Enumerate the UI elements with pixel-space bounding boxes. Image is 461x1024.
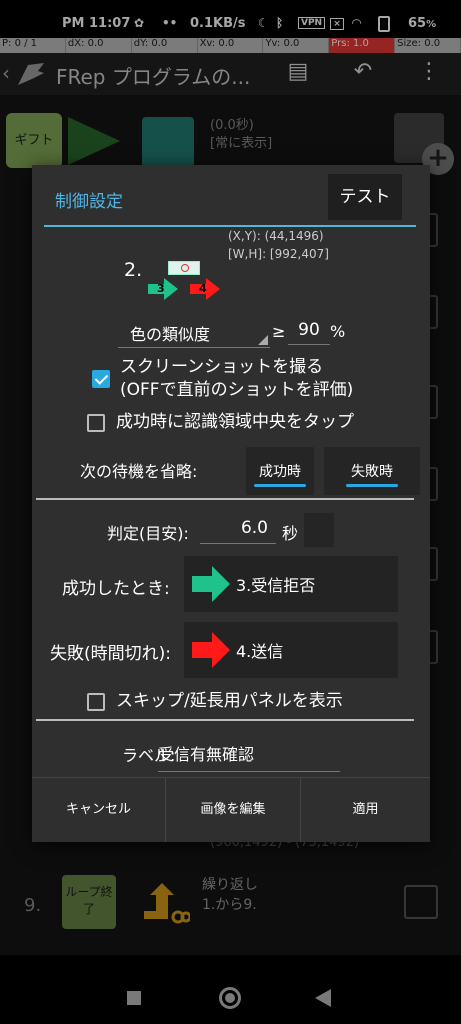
dropdown-arrow-icon[interactable] [258, 335, 268, 345]
red-arrow-icon [192, 632, 230, 668]
wh-readout: [W,H]: [992,407] [228, 247, 329, 261]
take-screenshot-label: スクリーンショットを撮る (OFFで直前のショットを評価) [120, 357, 354, 400]
title-divider [44, 225, 416, 227]
recognition-image-thumbnail[interactable] [168, 261, 200, 275]
test-button[interactable]: テスト [328, 174, 402, 220]
on-fail-label: 失敗(時間切れ): [50, 644, 171, 664]
judge-time-input[interactable]: 6.0 [200, 518, 276, 544]
skip-panel-label: スキップ/延長用パネルを表示 [116, 691, 343, 711]
take-screenshot-checkbox[interactable] [92, 370, 110, 388]
success-arrow-icon: 3 [148, 278, 178, 300]
skip-panel-checkbox[interactable] [87, 693, 105, 711]
fail-arrow-icon: 4 [190, 278, 220, 300]
tap-center-checkbox[interactable] [87, 414, 105, 432]
control-settings-dialog: 制御設定 テスト (X,Y): (44,1496) [W,H]: [992,40… [32, 165, 430, 842]
seconds-picker[interactable] [304, 513, 334, 547]
toggle-indicator [254, 484, 306, 487]
on-success-label: 成功したとき: [62, 579, 170, 599]
toggle-indicator [346, 484, 398, 487]
section-divider [36, 719, 414, 721]
dropdown-underline [118, 347, 270, 348]
skip-wait-label: 次の待機を省略: [80, 462, 198, 481]
percent-label: % [330, 322, 346, 341]
skip-on-fail-toggle[interactable]: 失敗時 [324, 447, 420, 495]
step-number: 2. [124, 259, 143, 281]
section-divider [36, 498, 414, 500]
seconds-label: 秒 [282, 524, 299, 543]
on-fail-action-button[interactable]: 4.送信 [184, 622, 398, 678]
skip-on-success-toggle[interactable]: 成功時 [246, 447, 314, 495]
judge-label: 判定(目安): [107, 524, 189, 543]
similarity-dropdown[interactable]: 色の類似度 [130, 321, 210, 345]
on-success-action-button[interactable]: 3.受信拒否 [184, 556, 398, 612]
apply-button[interactable]: 適用 [301, 778, 430, 842]
cancel-button[interactable]: キャンセル [32, 778, 165, 842]
xy-readout: (X,Y): (44,1496) [228, 229, 324, 243]
dialog-title: 制御設定 [55, 192, 123, 212]
similarity-input[interactable]: 90 [288, 320, 330, 345]
ge-symbol: ≥ [272, 322, 286, 341]
edit-image-button[interactable]: 画像を編集 [166, 778, 300, 842]
label-input[interactable]: 受信有無確認 [158, 741, 340, 772]
green-arrow-icon [192, 566, 230, 602]
tap-center-label: 成功時に認識領域中央をタップ [116, 412, 354, 432]
